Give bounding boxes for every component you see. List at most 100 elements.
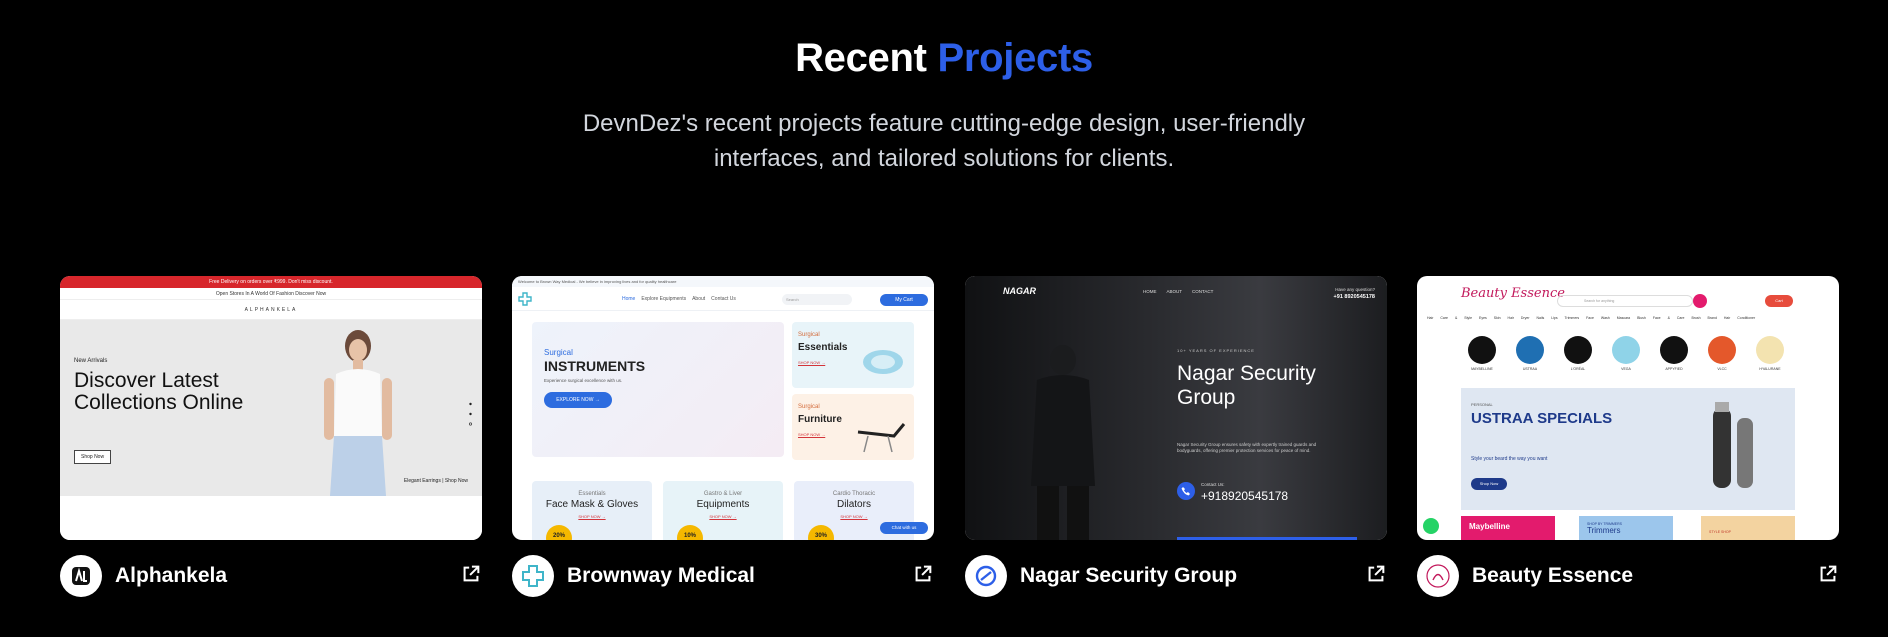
phone-number: +91 8920545178 xyxy=(1333,294,1375,300)
project-screenshot[interactable]: Beauty Essence Search for anything Cart … xyxy=(1417,276,1839,540)
site-nav: HOME ABOUT CONTACT xyxy=(1143,289,1223,294)
section-title-main: Recent xyxy=(795,36,927,80)
external-link-icon[interactable] xyxy=(460,563,482,585)
brand-logo-icon xyxy=(1708,336,1736,364)
promo-title: Essentials xyxy=(798,342,848,353)
promo-small: Surgical xyxy=(798,332,820,338)
collection-strip xyxy=(60,496,482,540)
project-screenshot[interactable]: Free Delivery on orders over ₹999. Don't… xyxy=(60,276,482,540)
project-screenshot[interactable]: Welcome to Brown Way Medical - We believ… xyxy=(512,276,934,540)
external-link-icon[interactable] xyxy=(912,563,934,585)
info-bar: Open Stores In A World Of Fashion Discov… xyxy=(60,288,482,300)
project-name: Brownway Medical xyxy=(567,564,755,587)
promo-tiles: Maybelline SHOP BY TRIMMERS Trimmers STYL… xyxy=(1461,516,1795,540)
category-small: Gastro & Liver xyxy=(703,491,743,497)
hero-headline: Nagar Security Group xyxy=(1177,362,1316,409)
search-input: Search for anything xyxy=(1557,295,1693,307)
project-card-brownway-medical[interactable]: Welcome to Brown Way Medical - We believ… xyxy=(512,276,934,598)
whatsapp-icon xyxy=(1423,518,1439,534)
site-brand: ALPHANKELA xyxy=(60,300,482,320)
hero-tag: 10+ YEARS OF EXPERIENCE xyxy=(1177,348,1255,353)
nav-about: ABOUT xyxy=(1166,289,1183,294)
hero-headline: INSTRUMENTS xyxy=(544,358,646,374)
nav-contact: CONTACT xyxy=(1192,289,1214,294)
cart-button: Cart xyxy=(1765,295,1793,307)
section-title: Recent Projects xyxy=(0,36,1888,81)
hero-desc: Experience surgical excellence with us. xyxy=(544,378,623,383)
project-meta: Brownway Medical xyxy=(512,555,934,597)
category-tile: Essentials Face Mask & Gloves SHOP NOW →… xyxy=(532,481,652,540)
external-link-icon[interactable] xyxy=(1365,563,1387,585)
category-title: Equipments xyxy=(696,499,750,510)
medical-cross-icon xyxy=(518,292,532,306)
welcome-bar: Welcome to Brown Way Medical - We believ… xyxy=(512,276,934,287)
section-subtitle: DevnDez's recent projects feature cuttin… xyxy=(582,110,1306,172)
project-card-alphankela[interactable]: Free Delivery on orders over ₹999. Don't… xyxy=(60,276,482,598)
brand-label: VLCC xyxy=(1717,367,1727,371)
model-image xyxy=(324,330,392,496)
tile-title: Trimmers xyxy=(1587,526,1621,535)
search-input: Search xyxy=(782,294,852,305)
banner-desc: Style your beard the way you want xyxy=(1471,456,1548,462)
trimmer-icon xyxy=(1713,402,1753,488)
brand-label: USTRAA xyxy=(1522,367,1538,371)
explore-button: EXPLORE NOW → xyxy=(544,392,612,408)
nav-explore: Explore Equipments xyxy=(641,296,687,302)
promo-tile: SHOP BY TRIMMERS Trimmers xyxy=(1579,516,1673,540)
promo-small: Surgical xyxy=(798,404,820,410)
hero-tag: New Arrivals xyxy=(74,358,108,364)
project-card-nagar-security[interactable]: NAGAR HOME ABOUT CONTACT Have any question… xyxy=(965,276,1387,598)
brownway-medical-logo-icon xyxy=(512,555,554,597)
brand-item: APPYFIED xyxy=(1659,336,1689,371)
mask-icon xyxy=(863,350,903,374)
brand-item: HYALURANE xyxy=(1755,336,1785,371)
promo-essentials: Surgical Essentials SHOP NOW → xyxy=(792,322,914,388)
brand-item: USTRAA xyxy=(1515,336,1545,371)
carousel-dots-icon xyxy=(469,402,472,426)
hero-banner: Surgical INSTRUMENTS Experience surgical… xyxy=(532,322,784,457)
hero-small: Surgical xyxy=(544,348,573,357)
brand-label: VEGA xyxy=(1621,367,1631,371)
category-small: Essentials xyxy=(578,491,606,497)
brand-logo-icon xyxy=(1516,336,1544,364)
utility-bar xyxy=(1417,276,1839,284)
brand-logo-icon xyxy=(1660,336,1688,364)
chat-button: Chat with us xyxy=(880,522,928,534)
project-screenshot[interactable]: NAGAR HOME ABOUT CONTACT Have any question… xyxy=(965,276,1387,540)
contact-label: Contact Us: xyxy=(1201,482,1225,487)
ustraa-banner: PERSONAL USTRAA SPECIALS Style your bear… xyxy=(1461,388,1795,510)
beauty-essence-logo-icon xyxy=(1417,555,1459,597)
category-small: Cardio Thoracic xyxy=(832,491,876,497)
brand-item: VEGA xyxy=(1611,336,1641,371)
category-link: SHOP NOW → xyxy=(578,514,606,519)
banner-button: Shop Now xyxy=(1471,478,1507,490)
brand-label: MAYBELLINE xyxy=(1471,367,1493,371)
project-card-beauty-essence[interactable]: Beauty Essence Search for anything Cart … xyxy=(1417,276,1839,598)
nav-about: About xyxy=(692,296,706,302)
promo-link: SHOP NOW → xyxy=(798,432,826,437)
nav-home: HOME xyxy=(1143,289,1157,294)
external-link-icon[interactable] xyxy=(1817,563,1839,585)
shop-now-button: Shop Now xyxy=(74,450,112,464)
search-icon xyxy=(1693,294,1707,308)
project-name: Alphankela xyxy=(115,564,228,587)
discount-badge: 20% xyxy=(546,525,572,540)
nav-contact: Contact Us xyxy=(711,296,736,302)
project-meta: Beauty Essence xyxy=(1417,555,1839,597)
promo-furniture: Surgical Furniture SHOP NOW → xyxy=(792,394,914,460)
brand-logo-icon xyxy=(1756,336,1784,364)
cart-button: My Cart xyxy=(880,294,928,306)
project-meta: Nagar Security Group xyxy=(965,555,1387,597)
section-title-accent: Projects xyxy=(937,36,1093,80)
promo-bar: Free Delivery on orders over ₹999. Don't… xyxy=(60,276,482,288)
promo-tile: STYLE SHOP xyxy=(1701,516,1795,540)
brand-item: L'ORÉAL xyxy=(1563,336,1593,371)
hero-desc: Nagar Security Group ensures safety with… xyxy=(1177,442,1317,453)
discount-badge: 30% xyxy=(808,525,834,540)
guard-silhouette-icon xyxy=(1031,345,1095,540)
banner-small: PERSONAL xyxy=(1471,402,1493,407)
category-title: Dilators xyxy=(837,499,871,510)
hero-links: Elegant Earrings | Shop Now xyxy=(403,478,468,484)
nav-home: Home xyxy=(622,296,636,302)
project-meta: Alphankela xyxy=(60,555,482,597)
